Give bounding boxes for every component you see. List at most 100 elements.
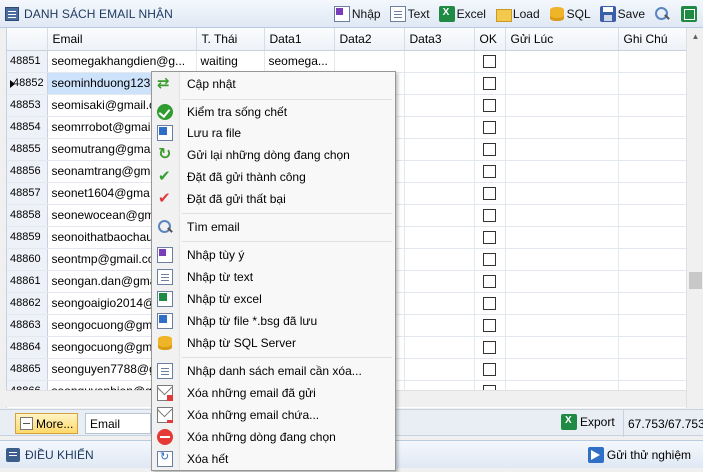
export-button[interactable]: Export <box>561 414 615 430</box>
menu-item-delete-all[interactable]: Xóa hết <box>152 448 395 470</box>
ok-checkbox[interactable] <box>483 142 496 156</box>
sent-at-cell[interactable] <box>505 314 619 337</box>
row-number[interactable]: 48860 <box>7 248 48 271</box>
note-cell[interactable] <box>618 226 688 249</box>
sent-at-cell[interactable] <box>505 160 619 183</box>
menu-item-import-custom[interactable]: Nhập tùy ý <box>152 244 395 266</box>
ok-cell[interactable] <box>474 314 506 337</box>
sent-at-cell[interactable] <box>505 116 619 139</box>
ok-checkbox[interactable] <box>483 274 496 288</box>
text-button[interactable]: Text <box>389 6 430 22</box>
column-header[interactable]: Gửi Lúc <box>505 28 619 51</box>
note-cell[interactable] <box>618 116 688 139</box>
row-number[interactable]: 48853 <box>7 94 48 117</box>
row-number[interactable]: 48859 <box>7 226 48 249</box>
vertical-scrollbar[interactable]: ▲ <box>686 28 703 408</box>
sent-at-cell[interactable] <box>505 226 619 249</box>
data3-cell[interactable] <box>404 226 475 249</box>
menu-item-find-email[interactable]: Tìm email <box>152 216 395 238</box>
column-header[interactable]: Data2 <box>334 28 405 51</box>
ok-cell[interactable] <box>474 72 506 95</box>
ok-cell[interactable] <box>474 138 506 161</box>
note-cell[interactable] <box>618 72 688 95</box>
menu-item-save-file[interactable]: Lưu ra file <box>152 122 395 144</box>
note-cell[interactable] <box>618 314 688 337</box>
row-number[interactable]: 48855 <box>7 138 48 161</box>
menu-item-mark-sent-failed[interactable]: Đặt đã gửi thất bại <box>152 188 395 210</box>
data3-cell[interactable] <box>404 116 475 139</box>
column-header[interactable] <box>7 28 48 51</box>
sent-at-cell[interactable] <box>505 248 619 271</box>
data3-cell[interactable] <box>404 50 475 73</box>
ok-cell[interactable] <box>474 248 506 271</box>
menu-item-resend-selected[interactable]: Gửi lại những dòng đang chọn <box>152 144 395 166</box>
row-number[interactable]: 48851 <box>7 50 48 73</box>
scroll-thumb[interactable] <box>689 272 702 289</box>
sent-at-cell[interactable] <box>505 270 619 293</box>
data3-cell[interactable] <box>404 182 475 205</box>
column-header[interactable]: OK <box>474 28 506 51</box>
ok-checkbox[interactable] <box>483 296 496 310</box>
menu-item-import-delete-list[interactable]: Nhập danh sách email cần xóa... <box>152 360 395 382</box>
import-button[interactable]: Nhập <box>333 6 381 22</box>
note-cell[interactable] <box>618 336 688 359</box>
test-send-button[interactable]: Gửi thử nghiệm <box>582 447 691 463</box>
note-cell[interactable] <box>618 204 688 227</box>
menu-item-import-bsg[interactable]: Nhập từ file *.bsg đã lưu <box>152 310 395 332</box>
data3-cell[interactable] <box>404 204 475 227</box>
table-row[interactable]: 48851 seomegakhangdien@g... waiting seomega… <box>7 50 688 73</box>
menu-item-mark-sent-success[interactable]: Đặt đã gửi thành công <box>152 166 395 188</box>
sql-button[interactable]: SQL <box>549 6 591 22</box>
ok-cell[interactable] <box>474 94 506 117</box>
menu-item-import-sql[interactable]: Nhập từ SQL Server <box>152 332 395 354</box>
sent-at-cell[interactable] <box>505 182 619 205</box>
data3-cell[interactable] <box>404 270 475 293</box>
column-header[interactable]: Email <box>47 28 197 51</box>
note-cell[interactable] <box>618 182 688 205</box>
data3-cell[interactable] <box>404 292 475 315</box>
sent-at-cell[interactable] <box>505 94 619 117</box>
column-header[interactable]: Ghi Chú <box>618 28 688 51</box>
note-cell[interactable] <box>618 248 688 271</box>
more-button[interactable]: More... <box>15 413 78 434</box>
row-number[interactable]: 48864 <box>7 336 48 359</box>
ok-cell[interactable] <box>474 116 506 139</box>
data3-cell[interactable] <box>404 314 475 337</box>
note-cell[interactable] <box>618 50 688 73</box>
menu-item-update[interactable]: Cập nhật <box>152 73 395 95</box>
data3-cell[interactable] <box>404 248 475 271</box>
ok-checkbox[interactable] <box>483 208 496 222</box>
ok-checkbox[interactable] <box>483 318 496 332</box>
ok-checkbox[interactable] <box>483 54 496 68</box>
menu-item-delete-containing[interactable]: Xóa những email chứa... <box>152 404 395 426</box>
ok-cell[interactable] <box>474 50 506 73</box>
column-header[interactable]: Data3 <box>404 28 475 51</box>
ok-checkbox[interactable] <box>483 76 496 90</box>
note-cell[interactable] <box>618 292 688 315</box>
row-number[interactable]: 48862 <box>7 292 48 315</box>
search-button[interactable] <box>654 6 672 22</box>
sent-at-cell[interactable] <box>505 336 619 359</box>
note-cell[interactable] <box>618 270 688 293</box>
ok-cell[interactable] <box>474 336 506 359</box>
menu-item-delete-selected[interactable]: Xóa những dòng đang chọn <box>152 426 395 448</box>
row-number[interactable]: 48858 <box>7 204 48 227</box>
ok-checkbox[interactable] <box>483 362 496 376</box>
data1-cell[interactable]: seomega... <box>264 50 335 73</box>
row-number[interactable]: 48865 <box>7 358 48 381</box>
data3-cell[interactable] <box>404 336 475 359</box>
note-cell[interactable] <box>618 358 688 381</box>
row-number[interactable]: 48857 <box>7 182 48 205</box>
ok-cell[interactable] <box>474 292 506 315</box>
sent-at-cell[interactable] <box>505 138 619 161</box>
data3-cell[interactable] <box>404 358 475 381</box>
data3-cell[interactable] <box>404 94 475 117</box>
ok-cell[interactable] <box>474 160 506 183</box>
email-cell[interactable]: seomegakhangdien@g... <box>47 50 197 73</box>
ok-cell[interactable] <box>474 358 506 381</box>
data3-cell[interactable] <box>404 72 475 95</box>
excel-button[interactable]: Excel <box>438 6 486 22</box>
scroll-up-icon[interactable]: ▲ <box>687 28 703 45</box>
ok-checkbox[interactable] <box>483 252 496 266</box>
row-number[interactable]: 48856 <box>7 160 48 183</box>
